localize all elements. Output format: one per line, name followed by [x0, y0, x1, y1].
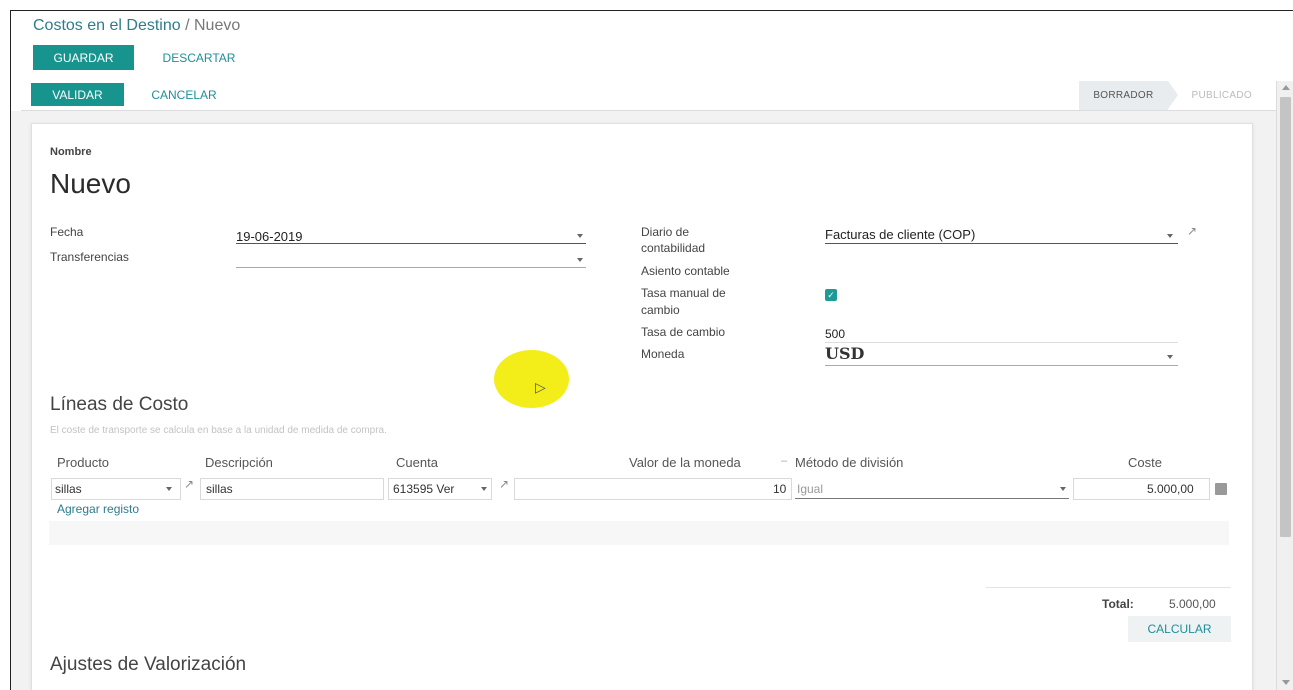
status-bar: VALIDAR CANCELAR BORRADOR PUBLICADO: [21, 81, 1276, 111]
total-value: 5.000,00: [1169, 597, 1216, 611]
diario-label-2: contabilidad: [641, 241, 706, 255]
scroll-down-icon[interactable]: [1282, 680, 1290, 685]
total-label: Total:: [1102, 597, 1134, 611]
transferencias-underline: [236, 267, 586, 268]
cost-lines-help: El coste de transporte se calcula en bas…: [50, 425, 387, 436]
calculate-button[interactable]: CALCULAR: [1128, 616, 1231, 642]
scroll-up-icon[interactable]: [1282, 85, 1290, 90]
row-coste[interactable]: 5.000,00: [1147, 482, 1194, 496]
row-cuenta[interactable]: 613595 Ver: [393, 482, 454, 496]
fecha-label: Fecha: [50, 225, 84, 239]
producto-dropdown-icon[interactable]: [166, 487, 172, 491]
external-link-icon[interactable]: ↗: [1187, 224, 1197, 238]
fecha-input[interactable]: 19-06-2019: [236, 229, 303, 244]
stage-borrador[interactable]: BORRADOR: [1079, 81, 1178, 110]
cancel-button[interactable]: CANCELAR: [139, 83, 229, 106]
tasa-manual-checkbox[interactable]: ✓: [825, 289, 837, 301]
mouse-cursor-icon: ▷: [535, 379, 546, 395]
stage-publicado[interactable]: PUBLICADO: [1168, 81, 1267, 110]
add-record-link[interactable]: Agregar registo: [57, 502, 139, 516]
column-metodo[interactable]: Método de división: [795, 455, 903, 470]
valor-input-box[interactable]: [514, 478, 792, 500]
row-valor-moneda[interactable]: 10: [773, 482, 786, 496]
name-label: Nombre: [50, 146, 92, 158]
column-resize-handle[interactable]: –: [781, 455, 787, 467]
moneda-label: Moneda: [641, 347, 685, 361]
diario-dropdown-icon[interactable]: [1167, 234, 1173, 238]
cuenta-dropdown-icon[interactable]: [481, 487, 487, 491]
breadcrumb-separator: /: [185, 17, 190, 34]
cuenta-external-link-icon[interactable]: ↗: [499, 477, 509, 491]
name-input[interactable]: Nuevo: [50, 168, 131, 200]
trash-icon[interactable]: [1215, 483, 1227, 495]
producto-external-link-icon[interactable]: ↗: [184, 477, 194, 491]
save-button[interactable]: GUARDAR: [33, 45, 134, 70]
column-cuenta[interactable]: Cuenta: [396, 455, 438, 470]
tasa-cambio-underline: [825, 342, 1178, 343]
column-valor-moneda[interactable]: Valor de la moneda: [629, 455, 741, 470]
tasa-cambio-input[interactable]: 500: [825, 327, 845, 341]
fecha-dropdown-icon[interactable]: [577, 234, 583, 238]
moneda-input[interactable]: USD: [825, 344, 864, 363]
row-descripcion[interactable]: sillas: [206, 482, 233, 496]
breadcrumb-parent-link[interactable]: Costos en el Destino: [33, 17, 181, 34]
moneda-underline: [825, 365, 1178, 366]
app-window: Costos en el Destino / Nuevo GUARDAR DES…: [10, 10, 1293, 690]
breadcrumb: Costos en el Destino / Nuevo: [33, 17, 240, 35]
diario-underline: [825, 243, 1178, 244]
scroll-thumb[interactable]: [1280, 97, 1291, 537]
cost-lines-title: Líneas de Costo: [50, 394, 189, 415]
tasa-manual-label-2: cambio: [641, 303, 680, 317]
cursor-highlight: [494, 350, 569, 408]
row-producto[interactable]: sillas: [55, 482, 82, 496]
vertical-scrollbar[interactable]: [1276, 81, 1293, 690]
validate-button[interactable]: VALIDAR: [31, 83, 124, 106]
column-coste[interactable]: Coste: [1128, 455, 1162, 470]
valuation-title: Ajustes de Valorización: [50, 654, 247, 675]
metodo-underline: [795, 498, 1069, 499]
status-stages: BORRADOR PUBLICADO: [1079, 81, 1266, 110]
diario-label: Diario de: [641, 225, 690, 239]
empty-row: [49, 521, 1229, 545]
column-descripcion[interactable]: Descripción: [205, 455, 273, 470]
tasa-manual-label: Tasa manual de: [641, 286, 726, 300]
transferencias-dropdown-icon[interactable]: [577, 258, 583, 262]
form-sheet: [31, 123, 1253, 690]
diario-input[interactable]: Facturas de cliente (COP): [825, 227, 975, 242]
tasa-cambio-label: Tasa de cambio: [641, 325, 726, 339]
metodo-dropdown-icon[interactable]: [1060, 487, 1066, 491]
fecha-underline: [236, 243, 586, 244]
row-metodo[interactable]: Igual: [797, 482, 823, 496]
total-separator: [986, 587, 1231, 588]
column-producto[interactable]: Producto: [57, 455, 109, 470]
asiento-label: Asiento contable: [641, 264, 730, 278]
breadcrumb-current: Nuevo: [194, 17, 241, 34]
transferencias-label: Transferencias: [50, 250, 129, 264]
moneda-dropdown-icon[interactable]: [1167, 355, 1173, 359]
discard-button[interactable]: DESCARTAR: [145, 45, 253, 70]
